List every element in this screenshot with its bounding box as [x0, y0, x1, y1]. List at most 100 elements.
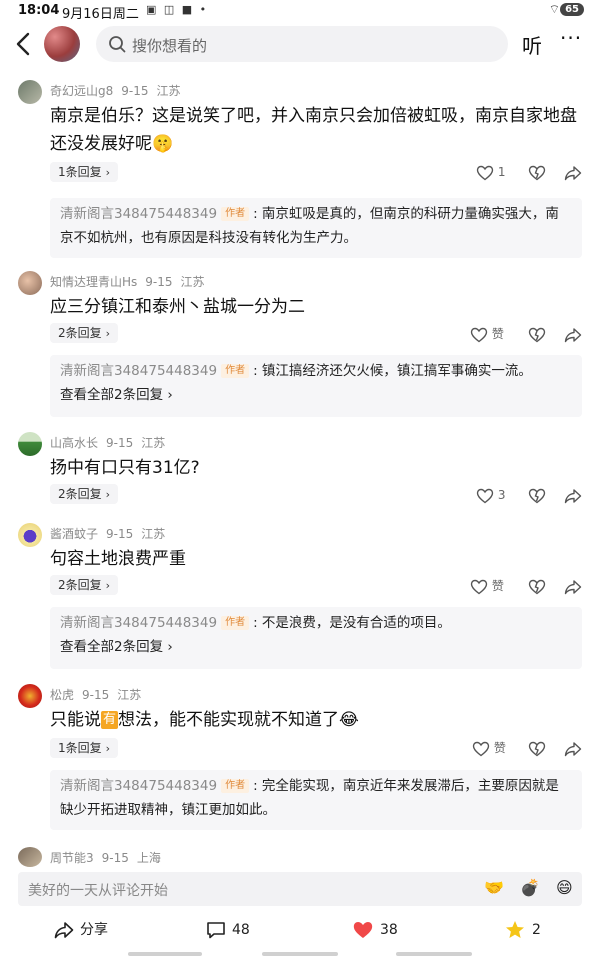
comment-username[interactable]: 松虎: [50, 688, 74, 702]
gesture-bar: [262, 952, 338, 956]
like-count: 3: [497, 488, 506, 502]
comment-meta: 周节能3 9-15 上海: [50, 849, 169, 866]
status-bar: 18:04 9月16日周二 ▣ ◫ ■ • ⌔ 65: [0, 0, 600, 22]
listen-button[interactable]: 听: [522, 30, 542, 59]
wifi-icon: ⌔: [548, 2, 560, 16]
like-count: 1: [497, 165, 506, 179]
reply-preview[interactable]: 清新阁言348475448349 作者: 南京虹吸是真的，但南京的科研力量确实强大…: [50, 198, 582, 258]
view-all-replies-link[interactable]: 查看全部2条回复 ›: [50, 635, 582, 659]
like-button[interactable]: 赞: [470, 575, 504, 597]
comment-date: 9-15: [106, 527, 134, 541]
share-button[interactable]: 分享: [54, 918, 108, 942]
comment-date: 9-15: [145, 275, 173, 289]
share-comment-button[interactable]: [564, 484, 582, 506]
reply-username[interactable]: 清新阁言348475448349: [60, 615, 217, 631]
chevron-right-icon: ›: [105, 579, 111, 592]
you-emoji-icon: 有: [101, 711, 119, 729]
comment-location: 江苏: [141, 527, 166, 541]
comment-date: 9-15: [101, 851, 129, 865]
share-arrow-icon: [564, 327, 582, 342]
like-button[interactable]: 3: [476, 484, 505, 506]
like-button[interactable]: 1: [476, 161, 505, 183]
comments-button[interactable]: 48: [206, 918, 250, 942]
comment-input[interactable]: 美好的一天从评论开始 🤝 💣 😄: [18, 872, 582, 906]
comment-username[interactable]: 山高水长: [50, 436, 98, 450]
comment-text-part: 想法，能不能实现就不知道了: [118, 710, 340, 730]
dislike-button[interactable]: [528, 575, 546, 597]
user-avatar[interactable]: [18, 523, 42, 547]
replies-count-label: 2条回复: [58, 326, 102, 340]
reply-username[interactable]: 清新阁言348475448349: [60, 363, 217, 379]
comment-username[interactable]: 酱酒蚊子: [50, 527, 98, 541]
back-arrow-icon[interactable]: [12, 30, 36, 58]
comment-username[interactable]: 周节能3: [50, 851, 94, 865]
like-count: 赞: [491, 579, 504, 593]
reply-username[interactable]: 清新阁言348475448349: [60, 778, 217, 794]
share-arrow-icon: [564, 165, 582, 180]
dislike-button[interactable]: [528, 737, 546, 759]
dislike-button[interactable]: [528, 323, 546, 345]
laughing-emoji-icon: 😂: [339, 710, 359, 730]
replies-toggle[interactable]: 2条回复 ›: [50, 484, 119, 504]
share-comment-button[interactable]: [564, 161, 582, 183]
smile-emoji-icon[interactable]: 😄: [556, 878, 573, 897]
author-tag: 作者: [221, 616, 250, 630]
star-filled-icon: [506, 921, 524, 938]
broken-heart-icon: [528, 327, 546, 342]
replies-toggle[interactable]: 2条回复 ›: [50, 575, 119, 595]
chevron-right-icon: ›: [105, 327, 111, 340]
comments-count: 48: [232, 922, 250, 938]
user-avatar[interactable]: [18, 432, 42, 456]
comment-actions: 赞: [470, 575, 590, 597]
replies-count-label: 2条回复: [58, 487, 102, 501]
reply-preview[interactable]: 清新阁言348475448349 作者: 镇江搞经济还欠火候，镇江搞军事确实一流。…: [50, 355, 582, 417]
comment-meta: 知情达理青山Hs 9-15 江苏: [50, 273, 213, 290]
replies-toggle[interactable]: 1条回复 ›: [50, 162, 119, 182]
share-comment-button[interactable]: [564, 575, 582, 597]
comment-date: 9-15: [121, 84, 149, 98]
broken-heart-icon: [528, 165, 546, 180]
dislike-button[interactable]: [528, 161, 546, 183]
reply-preview[interactable]: 清新阁言348475448349 作者: 完全能实现，南京近年来发展滞后，主要原因…: [50, 770, 582, 830]
reply-preview[interactable]: 清新阁言348475448349 作者: 不是浪费，是没有合适的项目。 查看全部2…: [50, 607, 582, 669]
view-all-replies-link[interactable]: 查看全部2条回复 ›: [50, 383, 582, 407]
replies-toggle[interactable]: 2条回复 ›: [50, 323, 119, 343]
user-avatar[interactable]: [18, 847, 42, 867]
replies-toggle[interactable]: 1条回复 ›: [50, 738, 119, 758]
comment-bubble-icon: [207, 922, 225, 939]
user-avatar[interactable]: [18, 80, 42, 104]
author-tag: 作者: [221, 779, 250, 793]
like-button[interactable]: 赞: [472, 737, 506, 759]
more-menu-button[interactable]: ···: [560, 26, 582, 50]
favorite-button[interactable]: 2: [504, 918, 541, 942]
view-all-label: 查看全部2条回复: [60, 387, 164, 403]
comment-meta: 奇幻远山g8 9-15 江苏: [50, 82, 189, 99]
author-avatar[interactable]: [44, 26, 80, 62]
comment-username[interactable]: 奇幻远山g8: [50, 84, 113, 98]
user-avatar[interactable]: [18, 271, 42, 295]
share-comment-button[interactable]: [564, 737, 582, 759]
reply-line: 清新阁言348475448349 作者: 镇江搞经济还欠火候，镇江搞军事确实一流。: [50, 359, 582, 383]
comment-date: 9-15: [106, 436, 134, 450]
reply-username[interactable]: 清新阁言348475448349: [60, 206, 217, 222]
like-count: 赞: [491, 327, 504, 341]
status-time: 18:04: [18, 3, 60, 18]
like-article-button[interactable]: 38: [352, 918, 398, 942]
user-avatar[interactable]: [18, 684, 42, 708]
dislike-button[interactable]: [528, 484, 546, 506]
search-box[interactable]: 搜你想看的: [96, 26, 508, 62]
handshake-emoji-icon[interactable]: 🤝: [484, 878, 504, 897]
bottom-action-bar: 分享 48 38 2: [0, 912, 600, 948]
comment-location: 江苏: [156, 84, 181, 98]
share-comment-button[interactable]: [564, 323, 582, 345]
bomb-emoji-icon[interactable]: 💣: [520, 878, 540, 897]
chevron-right-icon: ›: [105, 742, 111, 755]
author-tag: 作者: [221, 207, 250, 221]
like-button[interactable]: 赞: [470, 323, 504, 345]
gesture-bar: [128, 952, 202, 956]
comment-location: 江苏: [180, 275, 205, 289]
comment-username[interactable]: 知情达理青山Hs: [50, 275, 137, 289]
comment-text: 应三分镇江和泰州丶盐城一分为二: [50, 297, 305, 317]
chevron-right-icon: ›: [167, 387, 173, 403]
heart-icon: [476, 165, 494, 180]
